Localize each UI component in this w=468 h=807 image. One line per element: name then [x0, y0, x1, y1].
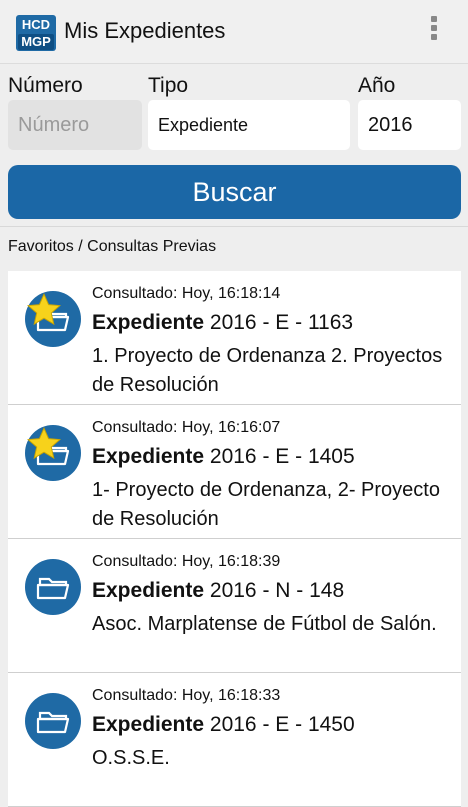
expediente-title: Expediente 2016 - E - 1450	[92, 713, 355, 737]
expedientes-list: Consultado: Hoy, 16:18:14 Expediente 201…	[8, 271, 461, 807]
numero-label: Número	[8, 74, 83, 97]
section-label: Favoritos / Consultas Previas	[8, 238, 217, 255]
expediente-type: Expediente	[92, 311, 205, 334]
star-icon	[27, 426, 61, 460]
list-item[interactable]: Consultado: Hoy, 16:16:07 Expediente 201…	[8, 405, 461, 539]
app-bar: HCD MGP Mis Expedientes	[0, 0, 468, 64]
consultado-text: Consultado: Hoy, 16:18:14	[92, 285, 281, 302]
list-item[interactable]: Consultado: Hoy, 16:18:14 Expediente 201…	[8, 271, 461, 405]
buscar-button[interactable]: Buscar	[8, 165, 461, 219]
consultado-text: Consultado: Hoy, 16:18:39	[92, 553, 281, 570]
expediente-description: O.S.S.E.	[92, 747, 170, 769]
expediente-description: 1. Proyecto de Ordenanza 2. Proyectos de…	[92, 345, 443, 396]
logo-bottom-text: MGP	[18, 34, 54, 50]
tipo-select[interactable]: Expediente	[148, 100, 350, 150]
folder-icon	[25, 693, 81, 749]
expediente-type: Expediente	[92, 579, 205, 602]
expediente-number: 2016 - E - 1405	[209, 445, 355, 468]
app-title: Mis Expedientes	[64, 18, 226, 43]
folder-icon	[25, 559, 81, 615]
expediente-type: Expediente	[92, 445, 205, 468]
tipo-label: Tipo	[148, 74, 189, 97]
expediente-description: 1- Proyecto de Ordenanza, 2- Proyecto de…	[92, 479, 440, 530]
search-form: Número Tipo Año Número Expediente 2016 B…	[0, 64, 468, 224]
expediente-title: Expediente 2016 - E - 1405	[92, 445, 355, 469]
more-vert-icon[interactable]	[428, 16, 440, 46]
folder-icon	[25, 425, 81, 481]
expediente-type: Expediente	[92, 713, 205, 736]
app-logo: HCD MGP	[16, 15, 56, 51]
list-item[interactable]: Consultado: Hoy, 16:18:33 Expediente 201…	[8, 673, 461, 807]
expediente-title: Expediente 2016 - E - 1163	[92, 311, 353, 335]
divider	[0, 226, 468, 227]
star-icon	[27, 292, 61, 326]
consultado-text: Consultado: Hoy, 16:16:07	[92, 419, 281, 436]
expediente-number: 2016 - E - 1450	[209, 713, 355, 736]
consultado-text: Consultado: Hoy, 16:18:33	[92, 687, 281, 704]
folder-icon	[25, 291, 81, 347]
anio-input[interactable]: 2016	[358, 100, 461, 150]
logo-top-text: HCD	[21, 17, 51, 32]
expediente-title: Expediente 2016 - N - 148	[92, 579, 344, 603]
expediente-number: 2016 - E - 1163	[209, 311, 354, 334]
expediente-description: Asoc. Marplatense de Fútbol de Salón.	[92, 613, 437, 635]
list-item[interactable]: Consultado: Hoy, 16:18:39 Expediente 201…	[8, 539, 461, 673]
expediente-number: 2016 - N - 148	[209, 579, 345, 602]
anio-label: Año	[358, 74, 396, 97]
numero-input[interactable]: Número	[8, 100, 142, 150]
